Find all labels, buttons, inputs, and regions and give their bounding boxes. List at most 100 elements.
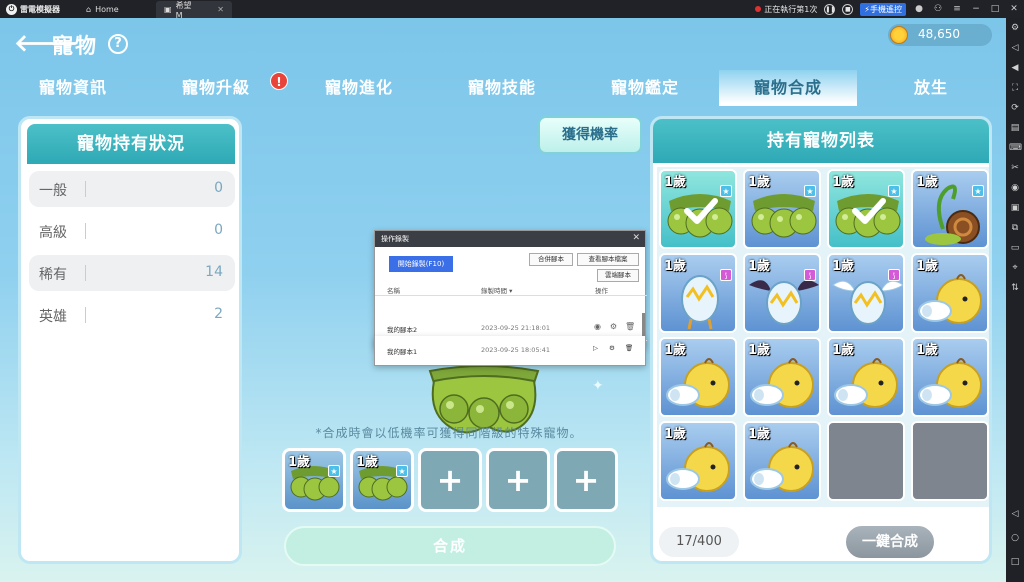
pet-age: 1歲 (748, 259, 771, 274)
merge-script-button[interactable]: 合併腳本 (529, 253, 573, 266)
record-icon[interactable]: ◉ (1009, 182, 1021, 194)
tab-home-label: Home (95, 5, 119, 14)
pet-card[interactable]: 1歲 ⟆ (827, 253, 905, 333)
gamepad-icon[interactable]: ⚇ (932, 4, 944, 14)
pause-icon[interactable]: ❚❚ (824, 3, 835, 15)
alert-badge: ! (270, 72, 288, 90)
pet-age: 1歲 (748, 175, 771, 190)
close-icon[interactable]: ✕ (1008, 4, 1020, 14)
multi-instance-icon[interactable]: ⧉ (1009, 222, 1021, 234)
tab-pet-evolve[interactable]: 寵物進化 (290, 70, 428, 106)
pet-card[interactable]: 1歲 ⟆ (659, 253, 737, 333)
keyboard-icon[interactable]: ⌨ (1009, 142, 1022, 154)
location-icon[interactable]: ⌖ (1009, 262, 1021, 274)
back-arrow-icon[interactable]: 🡐 (14, 31, 78, 55)
tab-home[interactable]: ⌂ Home (78, 1, 127, 18)
menu-icon[interactable]: ≡ (951, 4, 963, 14)
pet-card[interactable]: 1歲 (659, 337, 737, 417)
col-name: 名稱 (387, 287, 400, 295)
wing-badge-icon: ⟆ (720, 269, 732, 281)
tab-pet-info[interactable]: 寵物資訊 (4, 70, 142, 106)
pet-card[interactable]: 1歲 (743, 337, 821, 417)
owned-pets-panel: 持有寵物列表 1歲 ★ 1歲 ★ 1歲 ★ 1歲 ★ 1歲 ⟆ 1歲 ⟆ 1歲 ⟆ 1歲 1歲 1歲 1歲 1歲 1歲… (650, 116, 992, 564)
coin-balance: 48,650 (888, 24, 992, 46)
screenshot-icon[interactable]: ▣ (1009, 202, 1021, 214)
back-nav-icon[interactable]: ◁ (1009, 508, 1021, 520)
gear-icon[interactable]: ⚙ (609, 322, 618, 331)
merge-slot-3[interactable]: + (418, 448, 482, 512)
remote-control-button[interactable]: ⚡手機遙控 (860, 2, 906, 16)
drop-rate-button[interactable]: 獲得機率 (538, 116, 642, 154)
cloud-script-button[interactable]: 雲端腳本 (597, 269, 639, 282)
macro-recorder-dialog: 操作錄製 ✕ 開始錄製(F10) 合併腳本 查看腳本檔案 雲端腳本 名稱 錄製時… (374, 230, 647, 349)
macro-icon[interactable]: ▤ (1009, 122, 1021, 134)
recent-apps-icon[interactable]: □ (1009, 556, 1021, 568)
pet-card[interactable]: 1歲 ⟆ (743, 253, 821, 333)
trash-icon[interactable]: 🗑 (625, 322, 635, 331)
tab-pet-merge[interactable]: 寵物合成 (719, 70, 857, 106)
rarity-row-advanced: 高級 0 (29, 213, 235, 249)
help-icon[interactable]: ? (108, 34, 128, 54)
one-key-merge-button[interactable]: 一鍵合成 (843, 523, 937, 561)
cut-icon[interactable]: ✂ (1009, 162, 1021, 174)
pet-card[interactable]: 1歲 ★ (659, 169, 737, 249)
tab-release[interactable]: 放生 (862, 70, 1000, 106)
pet-card[interactable]: 1歲 ★ (911, 169, 989, 249)
stop-icon[interactable]: ■ (842, 3, 854, 15)
settings-icon[interactable]: ⚙ (1009, 22, 1021, 34)
rotate-icon[interactable]: ⟳ (1009, 102, 1021, 114)
volume-down-icon[interactable]: ◀ (1009, 62, 1021, 74)
pet-card[interactable]: 1歲 ★ (743, 169, 821, 249)
pet-age: 1歲 (748, 427, 771, 442)
pet-card[interactable]: 1歲 ★ (827, 169, 905, 249)
home-nav-icon[interactable]: ○ (1009, 532, 1021, 544)
close-tab-icon[interactable]: ✕ (217, 5, 224, 14)
check-icon (684, 198, 718, 224)
folder-icon[interactable]: ▭ (1009, 242, 1021, 254)
gear-icon[interactable]: ⚙ (609, 344, 615, 352)
merge-slot-5[interactable]: + (554, 448, 618, 512)
plus-icon: + (436, 461, 464, 499)
dialog-close-icon[interactable]: ✕ (632, 233, 640, 243)
pet-age: 1歲 (916, 175, 939, 190)
trash-icon[interactable]: 🗑 (625, 344, 633, 352)
play-icon[interactable]: ▷ (593, 344, 598, 352)
view-script-files-button[interactable]: 查看腳本檔案 (577, 253, 639, 266)
script-row-2[interactable]: 我的腳本1 2023-09-25 18:05:41 ▷ ⚙ 🗑 (374, 336, 646, 366)
rarity-row-common: 一般 0 (29, 171, 235, 207)
pet-card[interactable]: 1歲 (911, 337, 989, 417)
maximize-icon[interactable]: □ (989, 4, 1001, 14)
tab-game[interactable]: ▣ 希望M ✕ (156, 1, 232, 20)
rarity-count: 0 (214, 222, 223, 238)
minimize-icon[interactable]: − (970, 4, 982, 14)
pet-age: 1歲 (356, 455, 379, 470)
col-time[interactable]: 錄製時間 ▾ (481, 285, 512, 295)
merge-slot-1[interactable]: 1歲 ★ (282, 448, 346, 512)
account-icon[interactable]: ● (913, 4, 925, 14)
rarity-row-hero: 英雄 2 (29, 297, 235, 333)
emulator-logo: ⏻ 雷電模擬器 (6, 3, 60, 15)
playing-icon[interactable]: ◉ (593, 322, 602, 331)
tab-pet-appraise[interactable]: 寵物鑑定 (576, 70, 714, 106)
script-time: 2023-09-25 21:18:01 (481, 324, 551, 332)
merge-slot-4[interactable]: + (486, 448, 550, 512)
pet-age: 1歲 (916, 343, 939, 358)
pet-card[interactable]: 1歲 (743, 421, 821, 501)
game-icon: ▣ (164, 5, 172, 14)
pet-grid: 1歲 ★ 1歲 ★ 1歲 ★ 1歲 ★ 1歲 ⟆ 1歲 ⟆ 1歲 ⟆ 1歲 1歲 1歲 1歲 1歲 1歲 1歲 (657, 167, 989, 507)
script-time: 2023-09-25 18:05:41 (481, 346, 551, 354)
pet-card[interactable]: 1歲 (659, 421, 737, 501)
pet-card[interactable]: 1歲 (827, 337, 905, 417)
pet-card[interactable]: 1歲 (911, 253, 989, 333)
fullscreen-icon[interactable]: ⛶ (1009, 82, 1021, 94)
rarity-name: 英雄 (39, 309, 67, 325)
sync-icon[interactable]: ⇅ (1009, 282, 1021, 294)
start-record-button[interactable]: 開始錄製(F10) (389, 256, 453, 272)
col-actions: 操作 (595, 287, 608, 295)
rarity-row-rare: 稀有 14 (29, 255, 235, 291)
tab-pet-skills[interactable]: 寵物技能 (433, 70, 571, 106)
merge-slot-2[interactable]: 1歲 ★ (350, 448, 414, 512)
volume-up-icon[interactable]: ◁ (1009, 42, 1021, 54)
merge-button[interactable]: 合成 (284, 526, 616, 566)
tab-pet-upgrade[interactable]: 寵物升級 (147, 70, 285, 106)
